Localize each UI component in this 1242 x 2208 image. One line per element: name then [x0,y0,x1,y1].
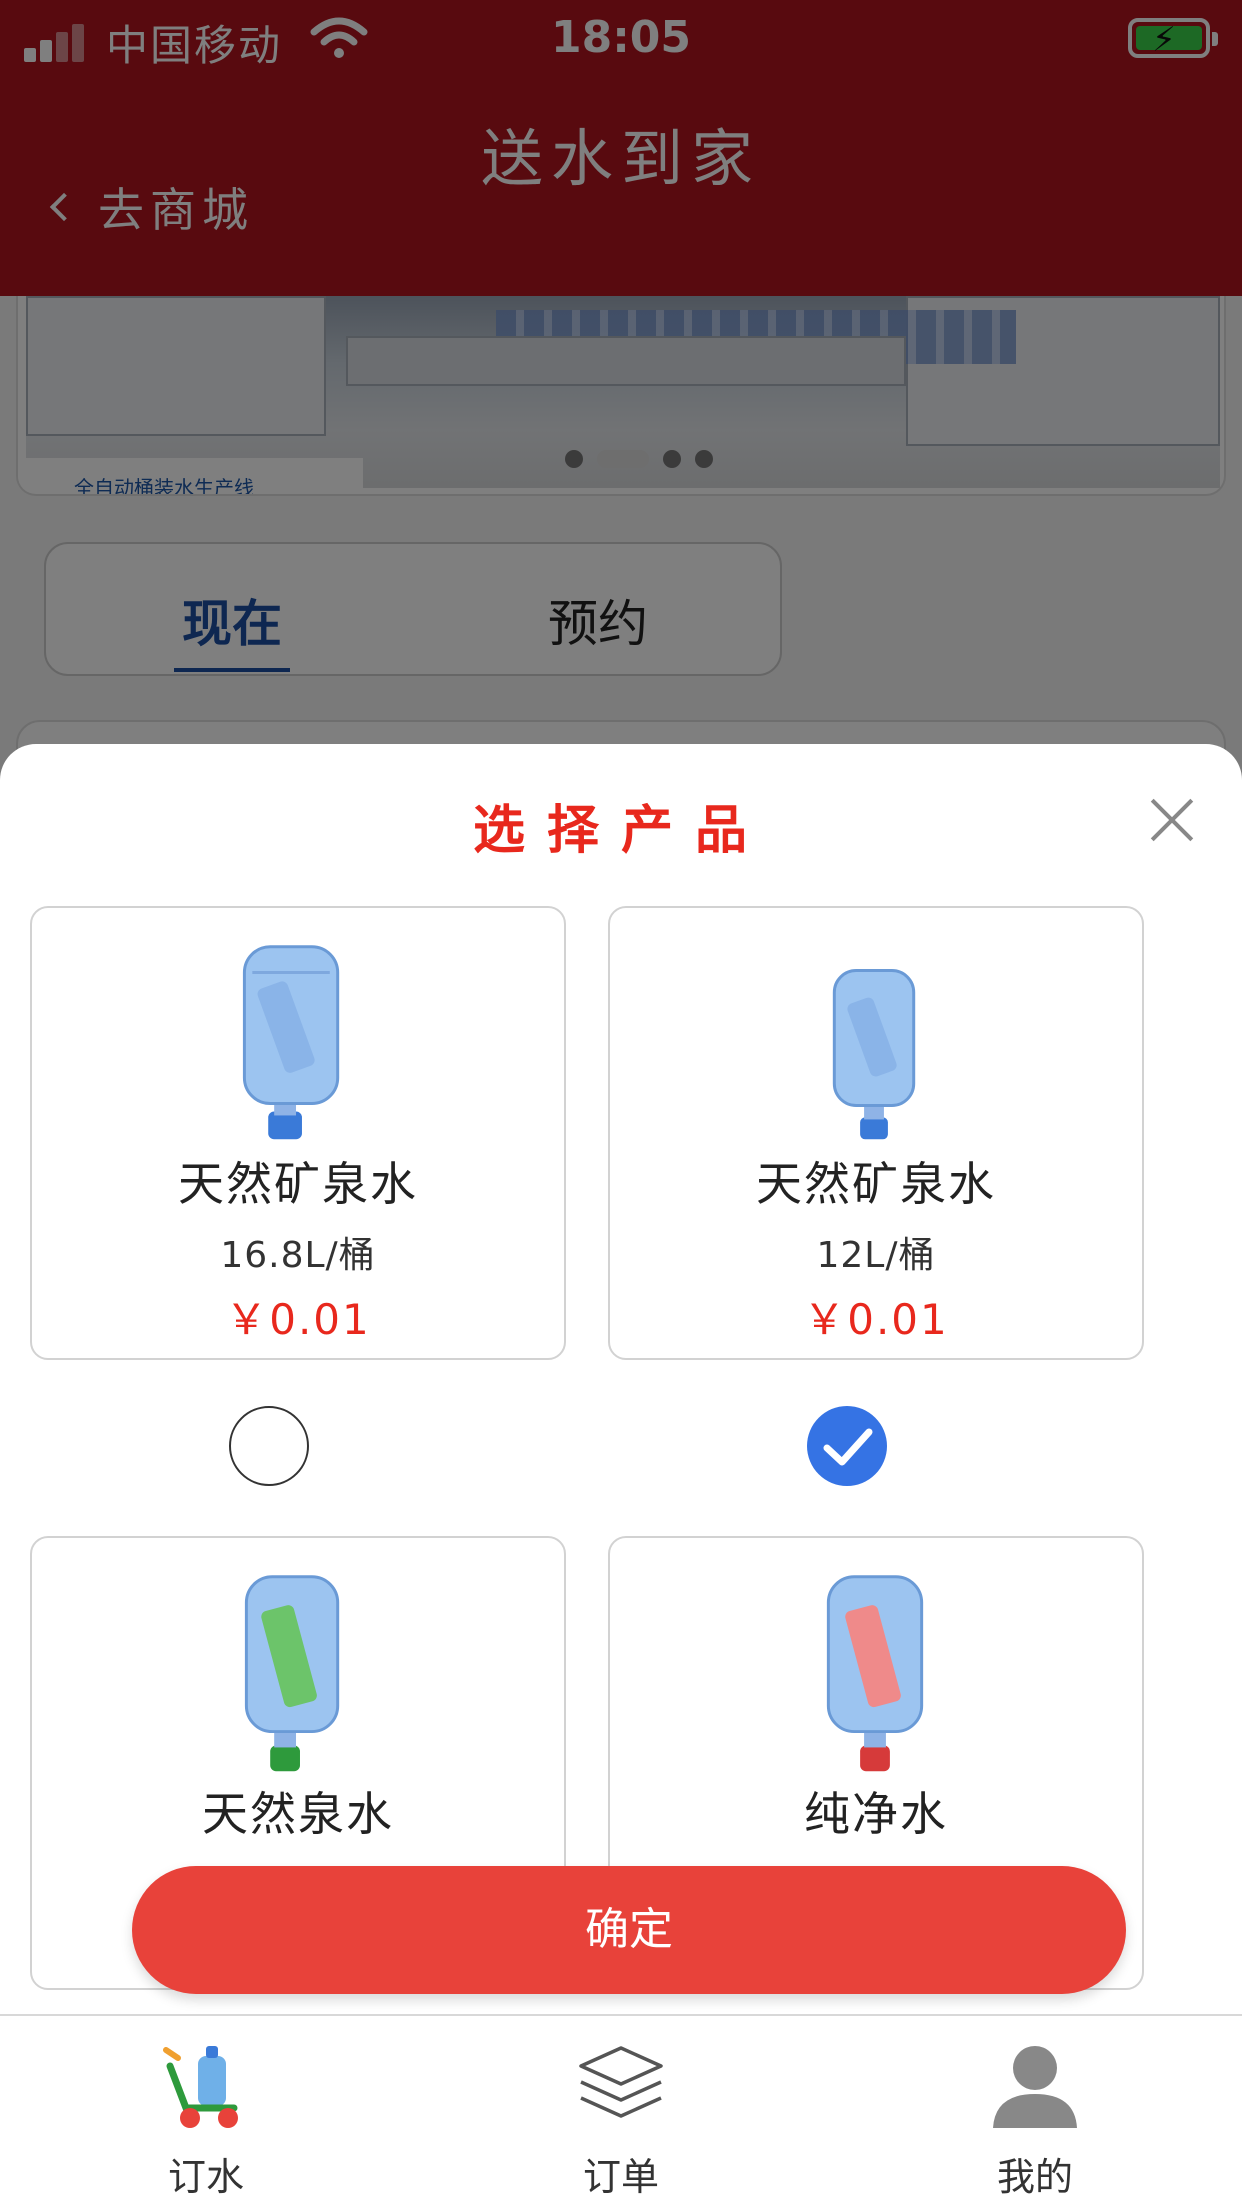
tabbar-label: 订单 [582,2155,659,2199]
product-price: ￥0.01 [803,1295,949,1344]
sheet-title: 选择产品 [472,801,769,861]
product-card[interactable]: 天然矿泉水 12L/桶 ￥0.01 [608,906,1144,1360]
product-size: 12L/桶 [816,1235,936,1276]
person-icon [993,2046,1077,2128]
product-radio-unselected[interactable] [229,1406,309,1486]
tabbar-label: 订水 [167,2155,244,2199]
water-bottle-icon [826,1575,924,1772]
product-radio-selected[interactable] [807,1406,887,1486]
checkmark-icon [823,1428,873,1466]
layers-icon [579,2046,663,2118]
tabbar-item-order-water[interactable]: 订水 [106,2036,306,2206]
product-price: ￥0.01 [225,1295,371,1344]
confirm-button[interactable]: 确定 [132,1866,1126,1994]
delivery-icon [163,2046,238,2128]
bottom-tab-bar: 订水 订单 我的 [0,2014,1242,2208]
water-bottle-icon [832,969,916,1140]
water-bottle-icon [244,1575,340,1772]
tabbar-item-orders[interactable]: 订单 [521,2036,721,2206]
product-picker-sheet: 选择产品 天然矿泉水 16.8L/桶 ￥0.01 天然矿泉水 12L/桶 ￥0.… [0,744,1242,2014]
water-bottle-icon [242,945,340,1140]
product-name: 天然矿泉水 [178,1157,418,1211]
close-icon[interactable] [1148,796,1196,844]
tabbar-item-profile[interactable]: 我的 [935,2036,1135,2206]
product-card[interactable]: 天然矿泉水 16.8L/桶 ￥0.01 [30,906,566,1360]
product-name: 天然泉水 [202,1787,394,1841]
product-size: 16.8L/桶 [220,1235,376,1276]
tabbar-label: 我的 [996,2155,1073,2199]
product-name: 天然矿泉水 [756,1157,996,1211]
product-name: 纯净水 [804,1787,948,1841]
